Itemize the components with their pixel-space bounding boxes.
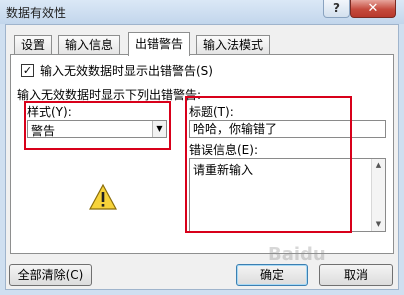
error-message-text: 请重新输入: [193, 163, 254, 177]
warning-icon: [88, 183, 118, 210]
help-button[interactable]: ?: [323, 0, 350, 18]
title-label: 标题(T):: [189, 105, 234, 119]
show-error-alert-label: 输入无效数据时显示出错警告(S): [40, 64, 213, 78]
chevron-down-icon[interactable]: ▼: [152, 121, 166, 137]
tab-input-message[interactable]: 输入信息: [58, 35, 121, 55]
ok-button[interactable]: 确定: [236, 264, 308, 286]
error-message-textarea[interactable]: 请重新输入 ▲ ▼: [189, 158, 386, 232]
cancel-button[interactable]: 取消: [319, 264, 393, 286]
title-input[interactable]: 哈哈，你输错了: [189, 120, 386, 138]
style-select-value: 警告: [31, 124, 56, 138]
scroll-down-icon[interactable]: ▼: [372, 218, 385, 231]
scroll-up-icon[interactable]: ▲: [372, 159, 385, 172]
section-label: 输入无效数据时显示下列出错警告:: [17, 88, 202, 102]
style-label: 样式(Y):: [27, 105, 72, 119]
clear-all-button[interactable]: 全部清除(C): [9, 264, 92, 286]
style-select[interactable]: 警告 ▼: [27, 120, 167, 138]
title-bar: 数据有效性 ? ✕: [0, 0, 404, 24]
window-title: 数据有效性: [6, 6, 67, 20]
watermark: Baidu: [268, 244, 326, 265]
message-label: 错误信息(E):: [189, 143, 258, 157]
tab-ime-mode[interactable]: 输入法模式: [196, 35, 271, 55]
tab-error-alert[interactable]: 出错警告: [128, 32, 191, 56]
message-scrollbar[interactable]: ▲ ▼: [371, 159, 385, 231]
dialog-window: 数据有效性 ? ✕ 设置 输入信息 出错警告 输入法模式 ✓ 输入无效数据时显示…: [0, 0, 404, 295]
tab-settings[interactable]: 设置: [14, 35, 53, 55]
tab-panel: ✓ 输入无效数据时显示出错警告(S) 输入无效数据时显示下列出错警告: 样式(Y…: [10, 54, 394, 254]
show-error-alert-checkbox[interactable]: ✓: [21, 64, 34, 77]
close-button[interactable]: ✕: [350, 0, 396, 18]
